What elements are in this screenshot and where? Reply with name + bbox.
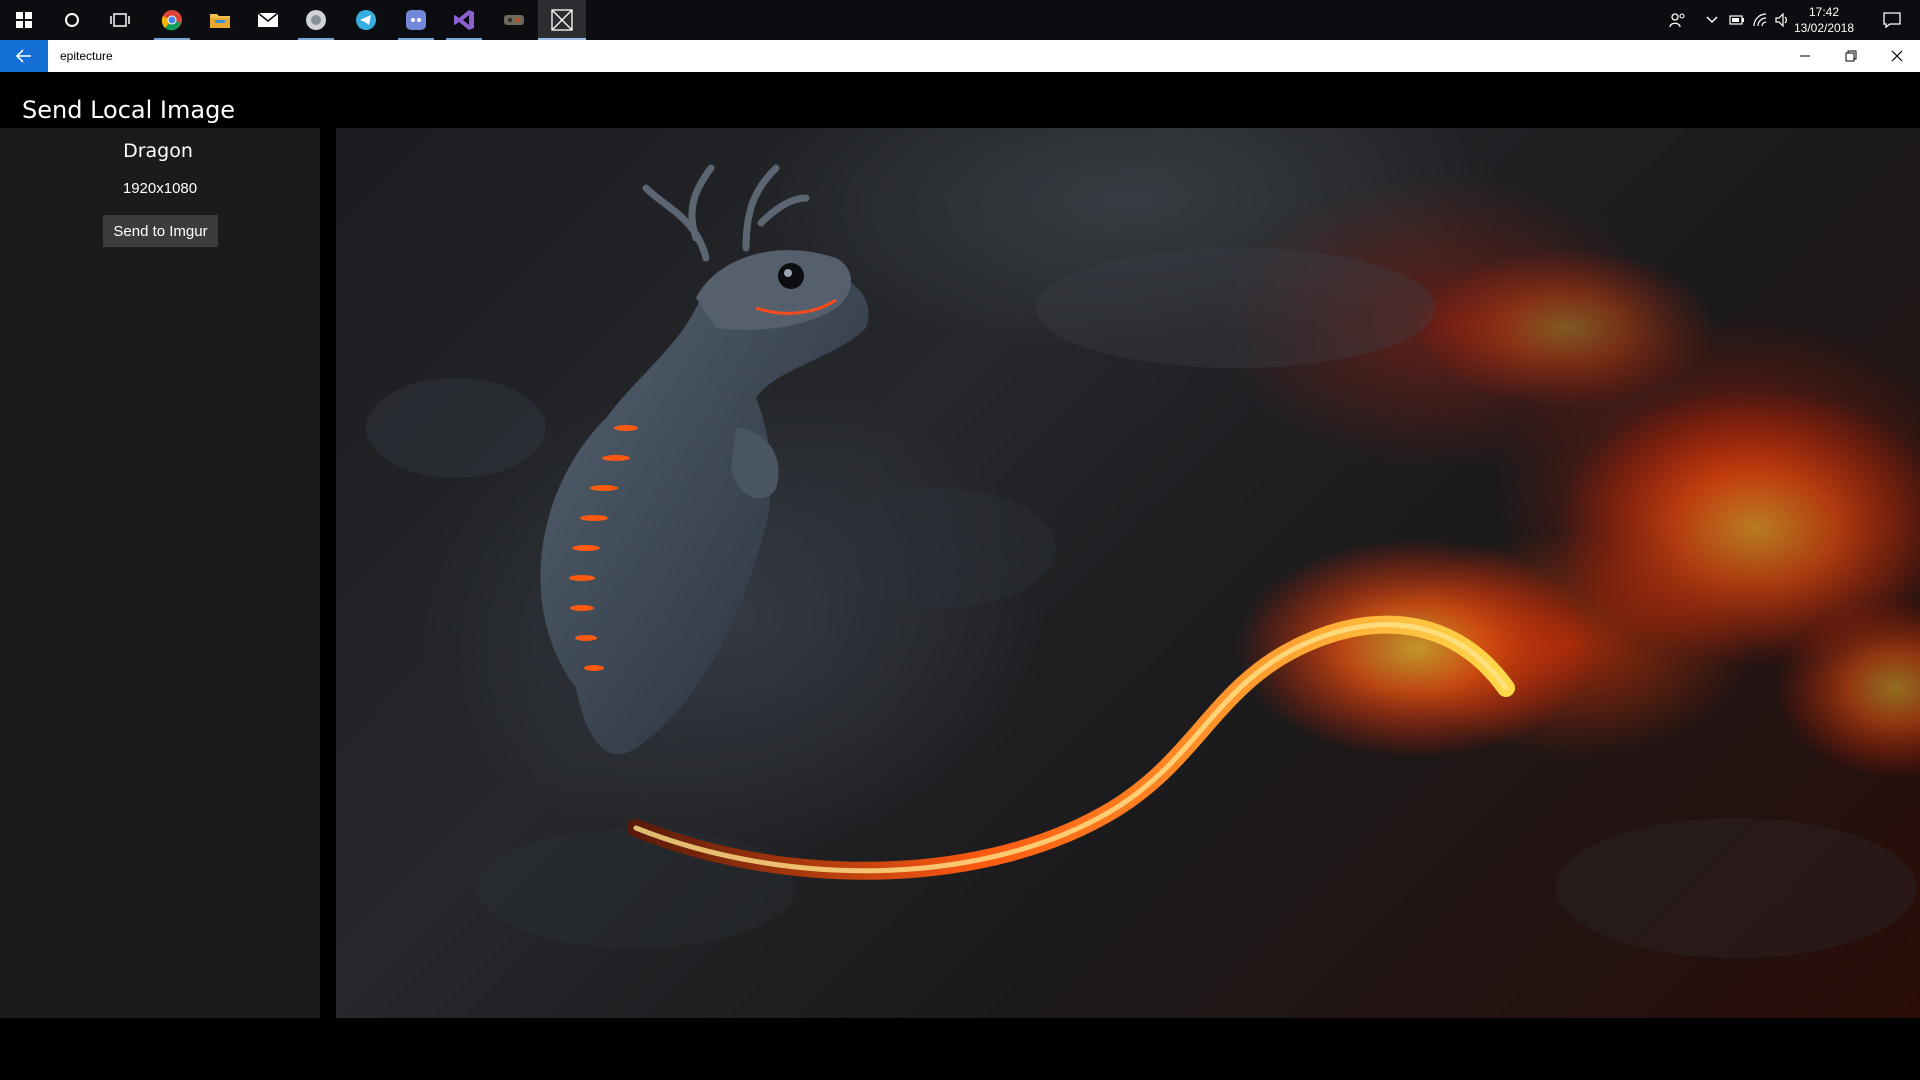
back-arrow-icon [16, 49, 31, 63]
tray-overflow-button[interactable] [1700, 0, 1724, 40]
title-bar: epitecture [0, 40, 1920, 72]
visual-studio-icon [454, 10, 474, 30]
chrome-icon [161, 10, 182, 31]
image-dimensions: 1920x1080 [122, 180, 198, 197]
page-title: Send Local Image [22, 96, 236, 124]
close-icon [1891, 50, 1903, 62]
battery-button[interactable] [1726, 0, 1748, 40]
notification-icon [1883, 12, 1901, 28]
window-title: epitecture [60, 49, 113, 63]
restore-button[interactable] [1828, 40, 1874, 72]
cortana-icon [65, 13, 79, 27]
network-button[interactable] [1750, 0, 1772, 40]
image-preview [336, 128, 1920, 1018]
taskbar-app-game[interactable] [490, 0, 538, 40]
send-to-imgur-button[interactable]: Send to Imgur [103, 215, 218, 247]
folder-icon [210, 14, 230, 28]
action-center-button[interactable] [1872, 0, 1912, 40]
taskbar: 17:42 13/02/2018 [0, 0, 1920, 40]
task-view-icon [110, 13, 130, 27]
dragon-artwork [366, 164, 1920, 958]
taskbar-visual-studio[interactable] [440, 0, 488, 40]
app-content: Send Local Image Dragon 1920x1080 Send t… [0, 72, 1920, 1080]
image-name: Dragon [123, 140, 193, 162]
app-icon [306, 10, 326, 30]
back-button[interactable] [0, 40, 48, 72]
game-icon [504, 15, 524, 25]
start-button[interactable] [0, 0, 48, 40]
taskbar-chrome[interactable] [148, 0, 196, 40]
mail-icon [257, 12, 279, 27]
clock[interactable]: 17:42 13/02/2018 [1784, 4, 1864, 36]
telegram-icon [356, 10, 376, 30]
people-button[interactable] [1664, 0, 1692, 40]
battery-icon [1729, 15, 1744, 25]
clock-date: 13/02/2018 [1793, 21, 1855, 35]
wifi-icon [1753, 13, 1767, 27]
clock-time: 17:42 [1808, 5, 1840, 19]
chevron-up-icon [1706, 16, 1718, 24]
taskbar-epitecture[interactable] [538, 0, 586, 40]
taskbar-file-explorer[interactable] [196, 0, 244, 40]
windows-icon [16, 12, 32, 28]
image-info-panel: Dragon 1920x1080 Send to Imgur [0, 128, 320, 1018]
task-view-button[interactable] [96, 0, 144, 40]
discord-icon [406, 10, 426, 30]
restore-icon [1845, 50, 1857, 62]
people-icon [1669, 13, 1685, 28]
minimize-button[interactable] [1782, 40, 1828, 72]
taskbar-telegram[interactable] [342, 0, 390, 40]
cortana-button[interactable] [48, 0, 96, 40]
taskbar-app-unknown[interactable] [292, 0, 340, 40]
epitecture-icon [551, 9, 573, 31]
taskbar-mail[interactable] [244, 0, 292, 40]
close-button[interactable] [1874, 40, 1920, 72]
taskbar-discord[interactable] [392, 0, 440, 40]
minimize-icon [1800, 55, 1810, 57]
